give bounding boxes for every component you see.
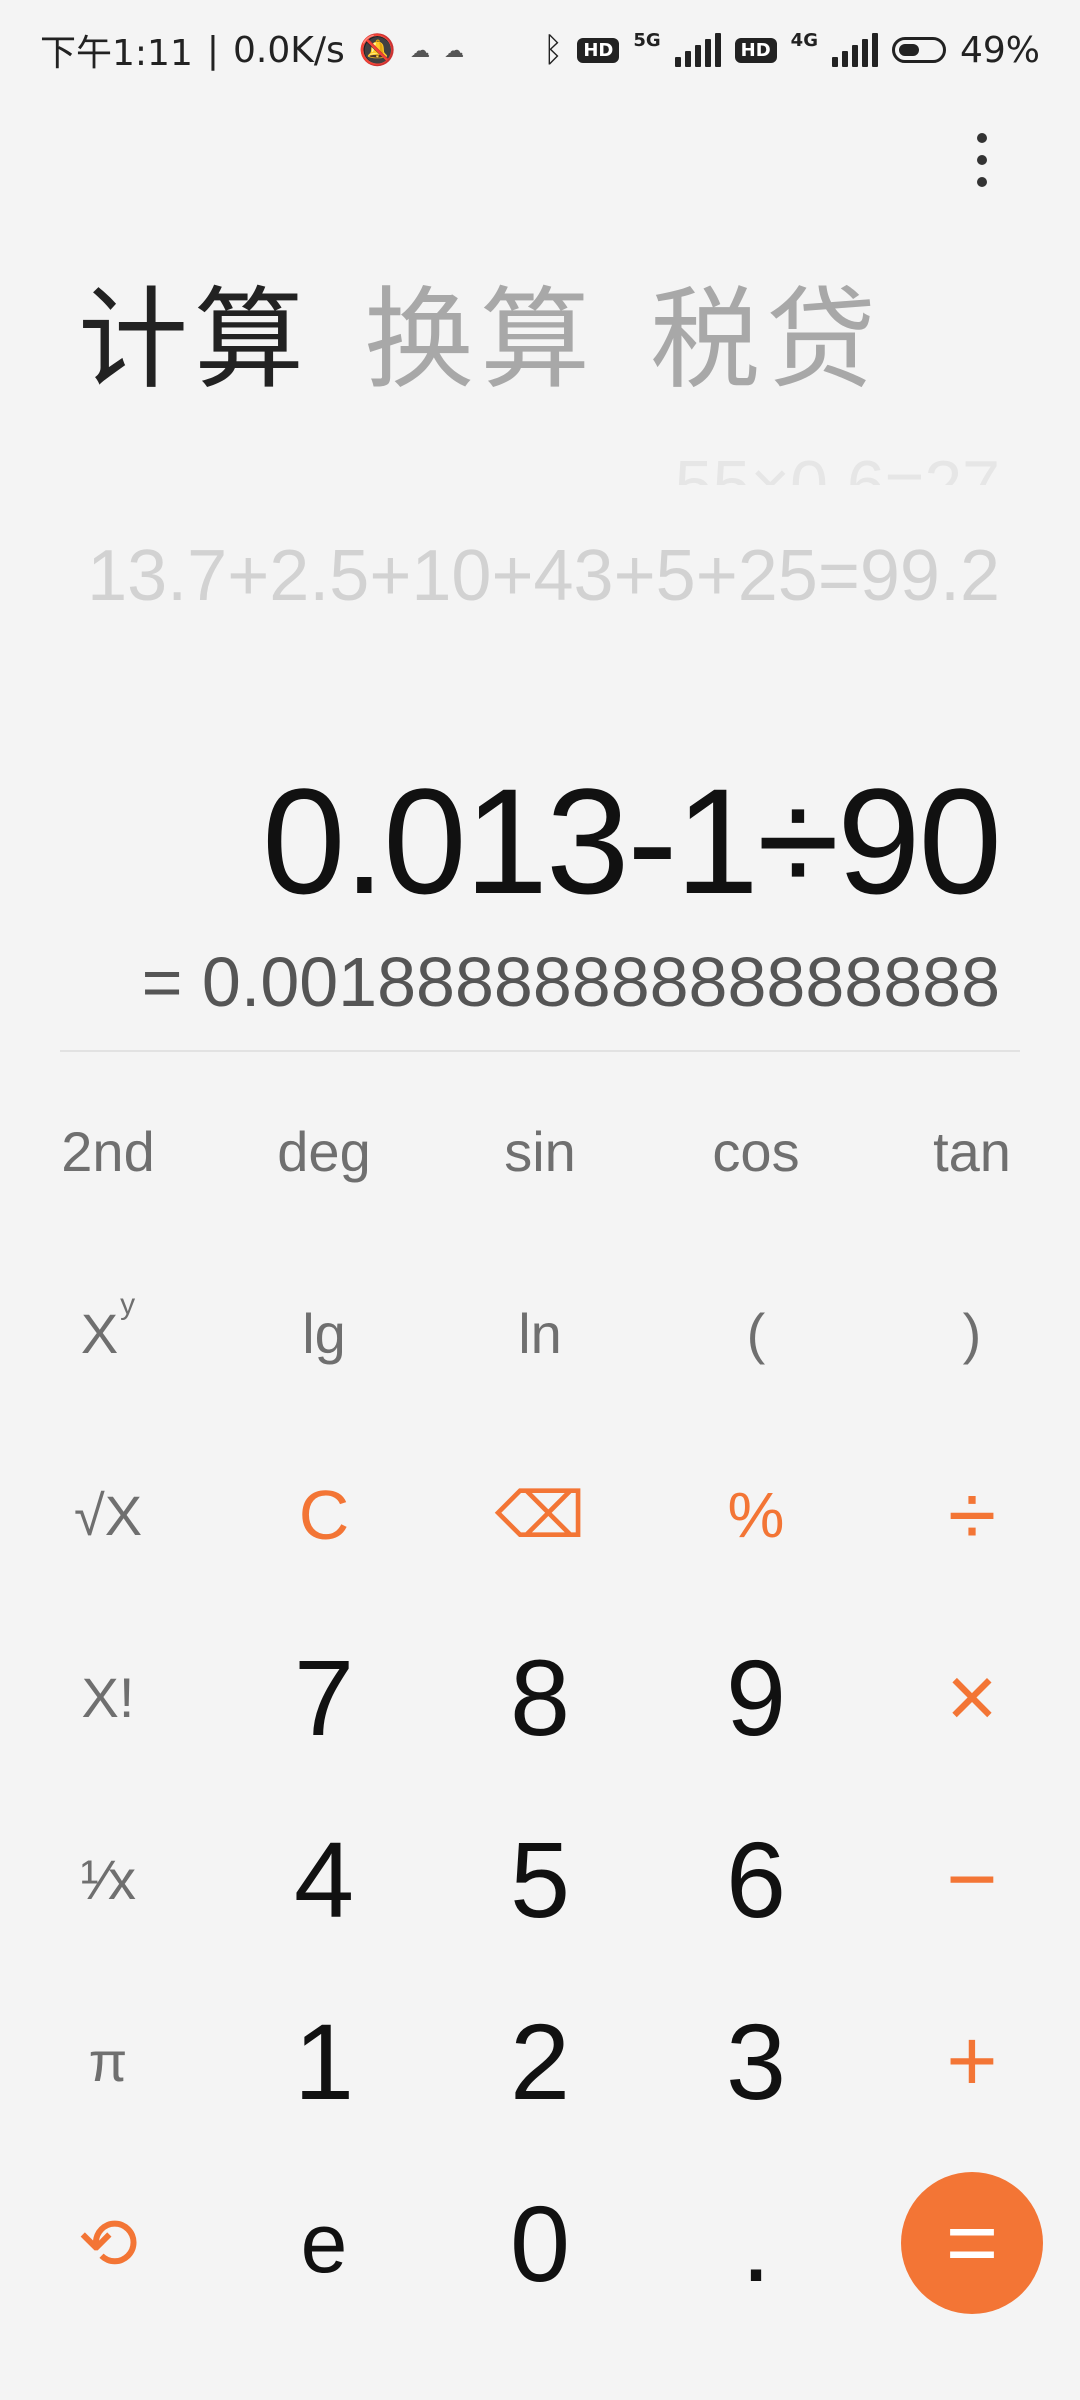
- status-time: 下午1:11: [40, 33, 193, 74]
- equals-button[interactable]: =: [901, 2172, 1043, 2314]
- mode-tabs: 计算 换算 税贷: [78, 250, 882, 410]
- digit-2-button[interactable]: 2: [432, 1970, 648, 2152]
- minus-button[interactable]: −: [864, 1788, 1080, 1970]
- switch-mode-icon[interactable]: ⟲: [0, 2152, 216, 2334]
- digit-0-button[interactable]: 0: [432, 2152, 648, 2334]
- digit-1-button[interactable]: 1: [216, 1970, 432, 2152]
- e-button[interactable]: e: [216, 2152, 432, 2334]
- signal-icon-2: [831, 33, 878, 67]
- status-left: 下午1:11 | 0.0K/s 🔕 ☁ ☁: [40, 24, 464, 76]
- battery-icon: [891, 37, 946, 63]
- right-paren-button[interactable]: ): [864, 1242, 1080, 1424]
- network-5g-label: 5G: [633, 29, 661, 51]
- tan-button[interactable]: tan: [864, 1060, 1080, 1242]
- expression-display: 0.013-1÷90: [262, 757, 1002, 925]
- digit-6-button[interactable]: 6: [648, 1788, 864, 1970]
- left-paren-button[interactable]: (: [648, 1242, 864, 1424]
- decimal-button[interactable]: .: [648, 2152, 864, 2334]
- digit-3-button[interactable]: 3: [648, 1970, 864, 2152]
- second-button[interactable]: 2nd: [0, 1060, 216, 1242]
- lg-button[interactable]: lg: [216, 1242, 432, 1424]
- keypad-row-1: 2nd deg sin cos tan: [0, 1060, 1080, 1242]
- digit-7-button[interactable]: 7: [216, 1606, 432, 1788]
- history-line-faint[interactable]: 55×0.6=27: [675, 425, 1000, 485]
- status-right: ᛒ HD 5G HD 4G 49%: [543, 30, 1040, 71]
- backspace-icon[interactable]: ⌫: [432, 1424, 648, 1606]
- equals-key: =: [864, 2152, 1080, 2334]
- tab-convert[interactable]: 换算: [364, 250, 596, 410]
- status-speed: 0.0K/s: [232, 29, 345, 71]
- status-bar: 下午1:11 | 0.0K/s 🔕 ☁ ☁ ᛒ HD 5G HD 4G 49%: [0, 0, 1080, 100]
- tab-tax-loan[interactable]: 税贷: [650, 250, 882, 410]
- power-base: X: [80, 1301, 119, 1365]
- percent-button[interactable]: %: [648, 1424, 864, 1606]
- keypad-row-6: π 1 2 3 +: [0, 1970, 1080, 2152]
- keypad-row-4: X! 7 8 9 ×: [0, 1606, 1080, 1788]
- keypad: 2nd deg sin cos tan Xy lg ln ( ) √X C ⌫ …: [0, 1060, 1080, 2334]
- digit-5-button[interactable]: 5: [432, 1788, 648, 1970]
- power-button[interactable]: Xy: [0, 1242, 216, 1424]
- more-menu-icon[interactable]: [958, 120, 1006, 200]
- status-separator: |: [206, 29, 219, 71]
- pi-button[interactable]: π: [0, 1970, 216, 2152]
- multiply-button[interactable]: ×: [864, 1606, 1080, 1788]
- cos-button[interactable]: cos: [648, 1060, 864, 1242]
- digit-9-button[interactable]: 9: [648, 1606, 864, 1788]
- signal-icon: [674, 33, 721, 67]
- network-4g-label: 4G: [790, 29, 818, 51]
- tab-calculate[interactable]: 计算: [78, 250, 310, 410]
- keypad-row-3: √X C ⌫ % ÷: [0, 1424, 1080, 1606]
- reciprocal-button[interactable]: ¹⁄x: [0, 1788, 216, 1970]
- divider: [60, 1050, 1020, 1052]
- battery-percent: 49%: [959, 29, 1040, 71]
- keypad-row-5: ¹⁄x 4 5 6 −: [0, 1788, 1080, 1970]
- factorial-button[interactable]: X!: [0, 1606, 216, 1788]
- result-display: = 0.0018888888888888888: [141, 943, 1000, 1021]
- sqrt-button[interactable]: √X: [0, 1424, 216, 1606]
- bluetooth-icon: ᛒ: [542, 30, 564, 70]
- keypad-row-7: ⟲ e 0 . =: [0, 2152, 1080, 2334]
- mute-icon: 🔕: [358, 32, 397, 68]
- history-line[interactable]: 13.7+2.5+10+43+5+25=99.2: [87, 535, 1000, 617]
- cloud-icon-2: ☁: [444, 38, 465, 62]
- hd-badge-2: HD: [734, 37, 777, 63]
- ln-button[interactable]: ln: [432, 1242, 648, 1424]
- power-exponent: y: [120, 1288, 136, 1321]
- keypad-row-2: Xy lg ln ( ): [0, 1242, 1080, 1424]
- divide-button[interactable]: ÷: [864, 1424, 1080, 1606]
- digit-8-button[interactable]: 8: [432, 1606, 648, 1788]
- digit-4-button[interactable]: 4: [216, 1788, 432, 1970]
- deg-button[interactable]: deg: [216, 1060, 432, 1242]
- cloud-icon: ☁: [410, 38, 431, 62]
- sin-button[interactable]: sin: [432, 1060, 648, 1242]
- hd-badge: HD: [577, 37, 620, 63]
- clear-button[interactable]: C: [216, 1424, 432, 1606]
- plus-button[interactable]: +: [864, 1970, 1080, 2152]
